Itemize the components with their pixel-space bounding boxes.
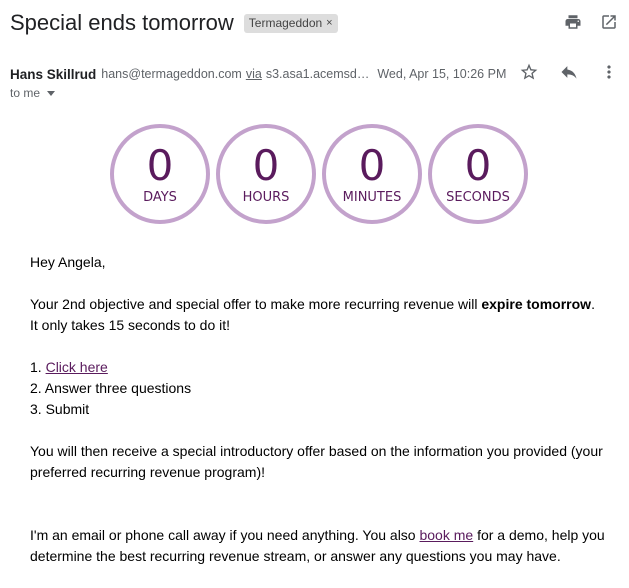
countdown-seconds: 0 SECONDS [428, 124, 528, 224]
label-chip[interactable]: Termageddon × [243, 13, 338, 33]
chevron-down-icon [47, 91, 56, 96]
more-vertical-icon[interactable] [599, 62, 619, 82]
step-1-number: 1. [30, 359, 46, 375]
countdown-unit: SECONDS [446, 189, 510, 205]
countdown-days: 0 DAYS [110, 124, 210, 224]
expire-emphasis: expire tomorrow [481, 296, 592, 312]
countdown-unit: DAYS [143, 189, 177, 205]
message-actions [519, 62, 619, 82]
offer-line2: It only takes 15 seconds to do it! [30, 317, 231, 333]
via-domain: s3.asa1.acemsd… [265, 67, 370, 81]
open-in-new-window-icon[interactable] [599, 12, 619, 32]
remove-label-icon[interactable]: × [326, 16, 332, 31]
offer-info-paragraph: You will then receive a special introduc… [30, 443, 603, 480]
countdown-timer: 0 DAYS 0 HOURS 0 MINUTES 0 SECONDS [110, 124, 528, 224]
email-date: Wed, Apr 15, 10:26 PM [377, 67, 507, 81]
countdown-unit: MINUTES [342, 189, 402, 205]
top-toolbar [563, 12, 619, 32]
countdown-minutes: 0 MINUTES [322, 124, 422, 224]
book-me-link[interactable]: book me [419, 527, 473, 543]
to-label: to me [10, 86, 41, 100]
reply-icon[interactable] [559, 62, 579, 82]
step-3: 3. Submit [30, 401, 90, 417]
offer-text: Your 2nd objective and special offer to … [30, 296, 482, 312]
print-icon[interactable] [563, 12, 583, 32]
greeting: Hey Angela, [30, 254, 106, 270]
sender-row: Hans Skillrud hans@termageddon.com via s… [10, 62, 619, 84]
contact-text: I'm an email or phone call away if you n… [30, 527, 420, 543]
recipients-dropdown[interactable]: to me [10, 86, 56, 100]
countdown-unit: HOURS [242, 189, 290, 205]
offer-paragraph: Your 2nd objective and special offer to … [30, 294, 610, 336]
email-body: Hey Angela, Your 2nd objective and speci… [30, 252, 610, 567]
sender-name[interactable]: Hans Skillrud [10, 67, 96, 82]
offer-text-end: . [591, 296, 595, 312]
step-1: 1. Click here [30, 357, 610, 378]
countdown-value: 0 [464, 140, 492, 190]
countdown-hours: 0 HOURS [216, 124, 316, 224]
contact-paragraph: I'm an email or phone call away if you n… [30, 525, 610, 567]
email-subject: Special ends tomorrow [10, 10, 234, 35]
countdown-value: 0 [358, 140, 386, 190]
via-link[interactable]: via [246, 67, 262, 81]
label-chip-text: Termageddon [248, 15, 323, 30]
countdown-value: 0 [252, 140, 280, 190]
click-here-link[interactable]: Click here [46, 359, 108, 375]
step-2: 2. Answer three questions [30, 380, 192, 396]
countdown-value: 0 [146, 140, 174, 190]
star-icon[interactable] [519, 62, 539, 82]
email-subject-row: Special ends tomorrow Termageddon × [10, 8, 338, 38]
sender-email: hans@termageddon.com [101, 67, 242, 81]
